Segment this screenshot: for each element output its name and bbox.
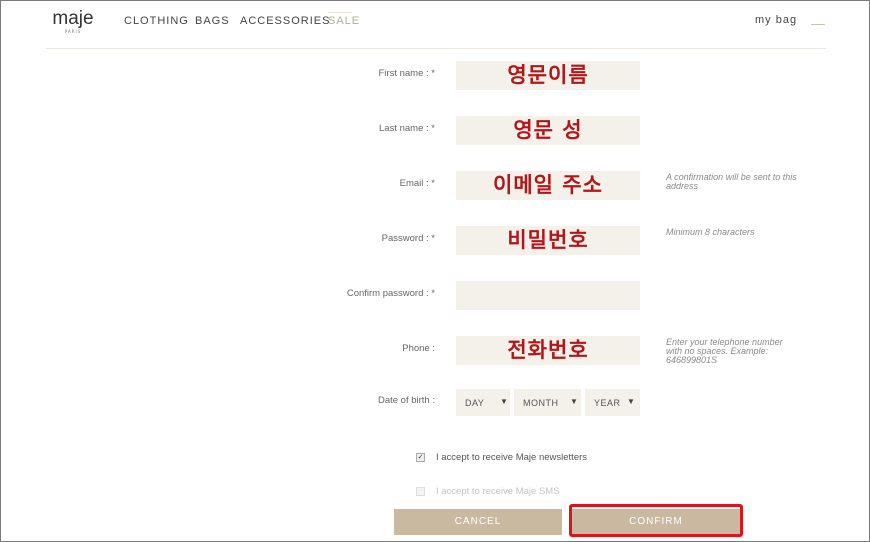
nav-bags[interactable]: BAGS — [195, 15, 230, 27]
dob-year-value: YEAR — [594, 398, 621, 408]
first-name-annotation: 영문이름 — [507, 63, 589, 87]
sale-decor-line — [328, 12, 352, 13]
dob-month-value: MONTH — [523, 398, 559, 408]
phone-annotation: 전화번호 — [507, 338, 589, 362]
phone-hint: Enter your telephone number with no spac… — [666, 337, 783, 365]
confirm-highlight-box — [569, 504, 743, 537]
dob-day-select[interactable]: DAY ▼ — [456, 389, 510, 416]
logo-wordmark: maje — [52, 8, 94, 29]
password-field[interactable]: 비밀번호 — [456, 226, 640, 255]
dob-year-select[interactable]: YEAR ▼ — [585, 389, 640, 416]
chevron-down-icon: ▼ — [500, 397, 508, 406]
my-bag-link[interactable]: my bag — [755, 14, 797, 26]
last-name-field[interactable]: 영문 성 — [456, 116, 640, 145]
nav-sale[interactable]: SALE — [328, 15, 360, 27]
nav-accessories[interactable]: ACCESSORIES — [240, 15, 330, 27]
confirm-password-label: Confirm password : * — [346, 288, 435, 299]
password-annotation: 비밀번호 — [507, 228, 589, 252]
chevron-down-icon: ▼ — [570, 397, 578, 406]
email-hint: A confirmation will be sent to this addr… — [666, 172, 797, 191]
sms-label: I accept to receive Maje SMS — [436, 486, 560, 497]
phone-label: Phone : — [402, 343, 435, 354]
nav-clothing[interactable]: CLOTHING — [124, 15, 189, 27]
window-frame — [0, 0, 870, 542]
header-divider — [46, 48, 826, 49]
logo-subtitle: PARIS — [64, 29, 82, 34]
bag-indicator — [811, 24, 825, 25]
last-name-annotation: 영문 성 — [513, 118, 583, 142]
dob-month-select[interactable]: MONTH ▼ — [514, 389, 581, 416]
newsletter-label: I accept to receive Maje newsletters — [436, 452, 588, 463]
chevron-down-icon: ▼ — [627, 397, 635, 406]
sms-checkbox[interactable] — [416, 487, 425, 496]
dob-label: Date of birth : — [377, 395, 435, 406]
first-name-field[interactable]: 영문이름 — [456, 61, 640, 90]
phone-field[interactable]: 전화번호 — [456, 336, 640, 365]
email-annotation: 이메일 주소 — [493, 173, 603, 197]
last-name-label: Last name : * — [379, 123, 435, 134]
cancel-button[interactable]: CANCEL — [394, 509, 562, 535]
password-label: Password : * — [381, 233, 435, 244]
maje-logo[interactable]: maje PARIS — [48, 9, 98, 35]
password-hint: Minimum 8 characters — [666, 227, 755, 237]
email-field[interactable]: 이메일 주소 — [456, 171, 640, 200]
confirm-password-field[interactable] — [456, 281, 640, 310]
dob-day-value: DAY — [465, 398, 485, 408]
newsletter-checkbox[interactable]: ✓ — [416, 453, 425, 462]
email-label: Email : * — [399, 178, 435, 189]
first-name-label: First name : * — [378, 68, 436, 79]
